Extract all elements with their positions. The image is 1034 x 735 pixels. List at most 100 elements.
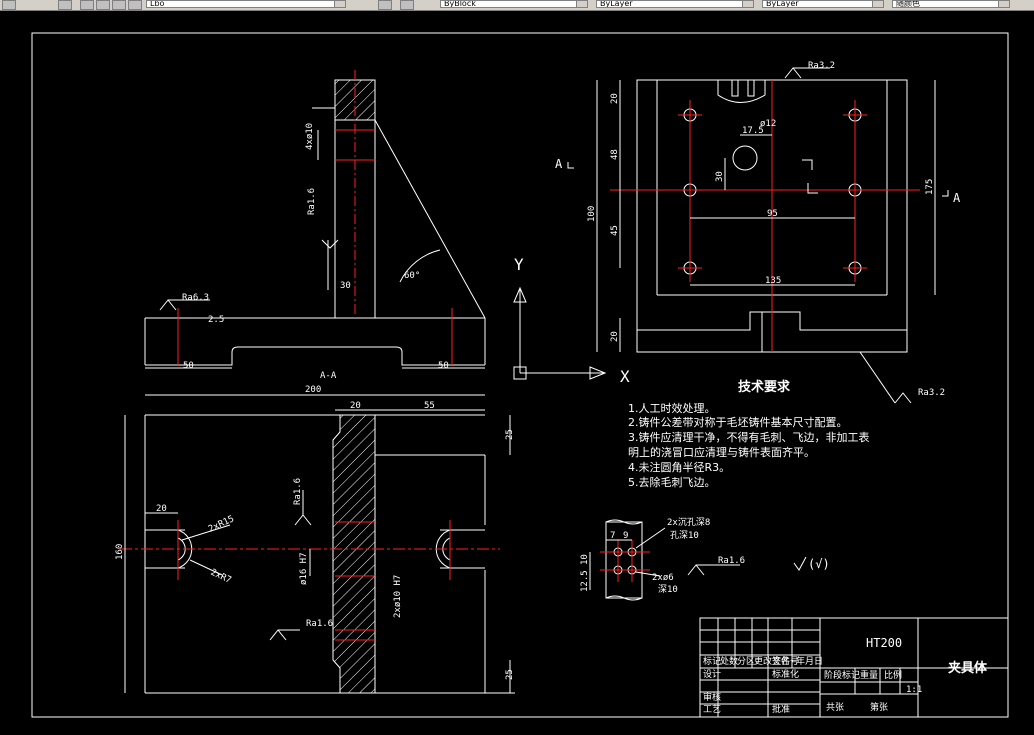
dim-side-20b: 20 xyxy=(610,331,620,342)
tech-title: 技术要求 xyxy=(738,379,791,395)
ucs-x-label: X xyxy=(620,367,630,386)
tech-line-1: 1.人工时效处理。 xyxy=(628,401,716,415)
lineweight-dropdown[interactable]: ByLayer xyxy=(762,0,884,8)
chevron-down-icon xyxy=(576,1,587,7)
rough-top-rib: Ra1.6 xyxy=(307,188,317,215)
dim-top-hole: 4xø10 xyxy=(305,123,315,150)
dim-detail-7: 7 xyxy=(610,531,615,541)
title-cell: 标记 xyxy=(703,655,721,667)
dim-front-hole-2x: 2xø10 H7 xyxy=(393,575,403,618)
detail-note-4: 深10 xyxy=(658,584,678,595)
dim-top-left-foot: 50 xyxy=(183,361,194,371)
dim-top-width: 200 xyxy=(305,385,321,395)
title-cell: 年月日 xyxy=(796,655,823,667)
detail-note-3: 2xø6 xyxy=(652,573,674,583)
tech-line-4: 明上的浇冒口应清理与铸件表面齐平。 xyxy=(628,445,815,459)
dim-front-radius-big: 2xR15 xyxy=(207,514,236,535)
dim-front-hole-h7: ø16 H7 xyxy=(299,552,309,585)
title-cell: 重量 xyxy=(860,669,878,681)
dim-front-web: 20 xyxy=(350,401,361,411)
dim-detail-9: 9 xyxy=(623,531,628,541)
ucs-y-label: Y xyxy=(514,255,524,274)
drawing-border xyxy=(31,32,1009,718)
title-cell: 批准 xyxy=(772,703,790,715)
dim-side-135: 135 xyxy=(765,276,781,286)
title-cell: 审核 xyxy=(703,691,721,703)
title-cell: 分区 xyxy=(737,656,755,667)
dim-top-right-foot: 50 xyxy=(438,361,449,371)
tech-requirements: 1.人工时效处理。 2.铸件公差带对称于毛坯铸件基本尺寸配置。 3.铸件应清理干… xyxy=(628,401,870,489)
properties-toolbar: Lbo ByBlock ByLayer ByLayer 随颜色 xyxy=(0,0,1034,11)
chevron-down-icon xyxy=(742,1,753,7)
rough-side-bottom: Ra3.2 xyxy=(918,388,945,398)
side-view xyxy=(567,67,949,404)
chevron-down-icon xyxy=(872,1,883,7)
title-cell: 比例 xyxy=(884,669,902,681)
dim-side-45: 45 xyxy=(610,225,620,236)
dim-front-bottom-thickness: 25 xyxy=(505,669,515,680)
front-view xyxy=(120,409,515,694)
title-scale: 1:1 xyxy=(906,685,922,695)
dim-side-175: 175 xyxy=(925,179,935,195)
layer-dropdown[interactable]: Lbo xyxy=(146,0,346,8)
detail-note-2: 孔深10 xyxy=(670,530,699,541)
chevron-down-icon xyxy=(334,1,345,7)
section-mark-right: A xyxy=(953,191,961,205)
dim-front-slot: 20 xyxy=(156,504,167,514)
color-square-icon[interactable] xyxy=(128,0,142,10)
dim-side-48: 48 xyxy=(610,149,620,160)
rough-front-b: Ra1.6 xyxy=(306,619,333,629)
drawing-canvas[interactable]: A-A 200 50 50 Ra6.3 Ra1.6 4xø10 60° 30 2… xyxy=(0,11,1034,735)
title-cell: 标准化 xyxy=(772,668,799,680)
dim-front-top-thickness: 25 xyxy=(505,429,515,440)
roughness-check-icon xyxy=(793,556,807,571)
dim-front-radius-small: 2xR7 xyxy=(209,568,233,586)
dim-side-95: 95 xyxy=(767,209,778,219)
layer-dropdown-value: Lbo xyxy=(150,0,165,8)
ucs-axis-icon xyxy=(513,286,607,380)
title-material: HT200 xyxy=(866,636,902,650)
section-mark-left: A xyxy=(555,157,563,171)
chevron-down-icon xyxy=(998,1,1009,7)
lineweight-dropdown-value: ByLayer xyxy=(766,0,799,8)
make-current-icon[interactable] xyxy=(378,0,392,10)
dim-side-100: 100 xyxy=(587,206,597,222)
linetype-dropdown[interactable]: ByLayer xyxy=(596,0,754,8)
layer-state-icon[interactable] xyxy=(58,0,72,10)
title-cell: 第张 xyxy=(870,701,888,713)
title-cell: 阶段标记 xyxy=(824,669,860,681)
dim-detail-12-5: 12.5 xyxy=(580,570,590,592)
rough-front-a: Ra1.6 xyxy=(293,478,303,505)
tech-line-5: 4.未注圆角半径R3。 xyxy=(628,460,730,474)
title-cell: 处数 xyxy=(720,655,738,667)
plotstyle-dropdown-value: 随颜色 xyxy=(896,0,920,8)
layer-manager-icon[interactable] xyxy=(2,0,16,10)
title-cell: 签名 xyxy=(772,655,790,667)
tech-line-6: 5.去除毛刺飞边。 xyxy=(628,475,716,489)
tech-line-2: 2.铸件公差带对称于毛坯铸件基本尺寸配置。 xyxy=(628,415,848,429)
title-cell: 工艺 xyxy=(703,704,721,715)
section-label-a-a: A-A xyxy=(320,371,337,381)
dim-side-dia: ø12 xyxy=(760,119,776,129)
tech-line-3: 3.铸件应清理干净，不得有毛刺、飞边，非加工表 xyxy=(628,430,870,444)
color-dropdown[interactable]: ByBlock xyxy=(440,0,588,8)
rough-detail: Ra1.6 xyxy=(718,556,745,566)
dim-side-30: 30 xyxy=(715,171,725,182)
roughness-other: (√) xyxy=(808,557,830,571)
title-part-name: 夹具体 xyxy=(948,660,988,676)
sun-icon[interactable] xyxy=(96,0,110,10)
dim-front-height: 160 xyxy=(115,544,125,560)
bulb-icon[interactable] xyxy=(80,0,94,10)
lock-icon[interactable] xyxy=(112,0,126,10)
title-cell: 设计 xyxy=(703,668,721,680)
linetype-dropdown-value: ByLayer xyxy=(600,0,633,8)
color-dropdown-value: ByBlock xyxy=(444,0,476,8)
dim-top-step: 30 xyxy=(340,281,351,291)
dim-detail-10: 10 xyxy=(580,554,590,565)
dim-front-flange: 55 xyxy=(424,401,435,411)
title-block-cells: 标记 处数 分区 更改文件号 签名 年月日 设计 标准化 审核 工艺 批准 阶段… xyxy=(703,655,902,715)
dim-top-chamfer: 60° xyxy=(404,271,420,281)
plotstyle-dropdown[interactable]: 随颜色 xyxy=(892,0,1010,8)
layer-previous-icon[interactable] xyxy=(400,0,414,10)
title-cell: 共张 xyxy=(826,702,844,713)
